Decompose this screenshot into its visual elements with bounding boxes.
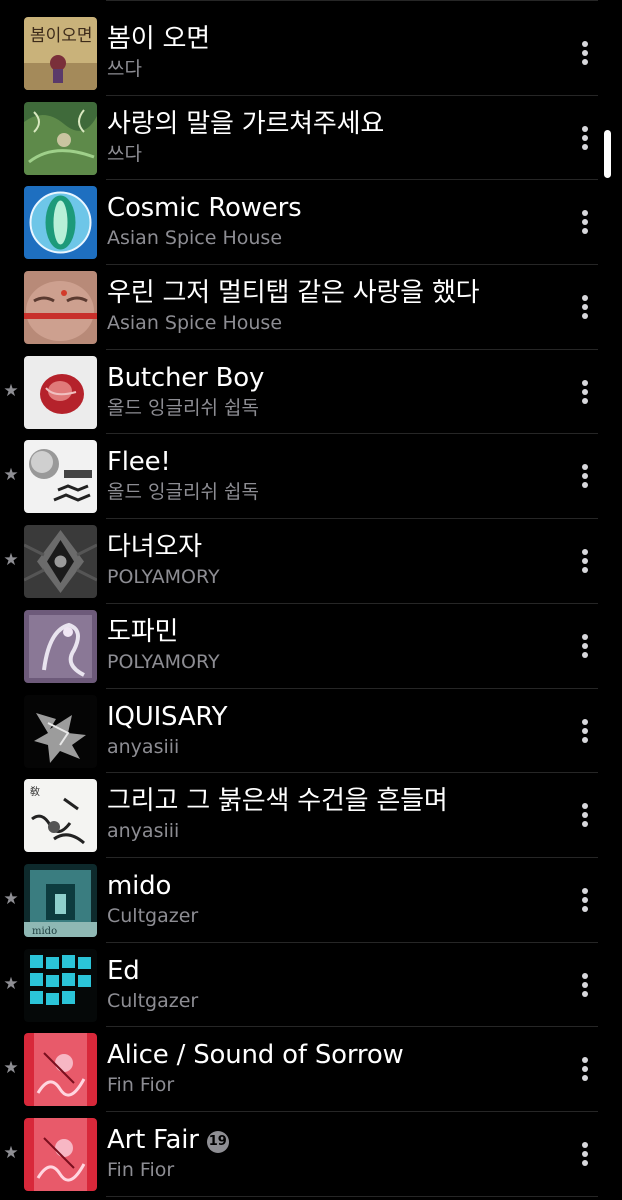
artist-name: Fin Fior xyxy=(107,1158,175,1181)
star-icon: ★ xyxy=(3,973,19,994)
face-closeup-album-art xyxy=(24,271,97,345)
song-title-text: 우린 그저 멀티탭 같은 사랑을 했다 xyxy=(107,278,480,309)
song-row[interactable]: ★ Ed Cultgazer xyxy=(0,943,622,1028)
silver-chrome-album-art xyxy=(24,694,97,768)
song-title: IQUISARY xyxy=(107,701,227,733)
song-title: Ed xyxy=(107,955,140,987)
song-title-text: mido xyxy=(107,870,172,901)
song-title-text: 그리고 그 붉은색 수건을 흔들며 xyxy=(107,786,448,817)
song-title: 다녀오자 xyxy=(107,531,202,563)
song-title-text: IQUISARY xyxy=(107,701,228,732)
song-title: mido xyxy=(107,870,171,902)
more-options-icon[interactable] xyxy=(570,799,600,831)
song-list[interactable]: 봄이오면 봄이 오면 쓰다 사랑의 말을 가르쳐주세요 쓰다 Cosmic Ro… xyxy=(0,0,622,1197)
song-title-text: 사랑의 말을 가르쳐주세요 xyxy=(107,108,385,139)
song-title: 봄이 오면 xyxy=(107,23,210,55)
teal-corridor-album-art: mido xyxy=(24,863,97,937)
more-options-icon[interactable] xyxy=(570,206,600,238)
song-row[interactable]: ★ Butcher Boy 올드 잉글리쉬 쉽독 xyxy=(0,350,622,435)
more-options-icon[interactable] xyxy=(570,630,600,662)
song-row[interactable]: ★ mido mido Cultgazer xyxy=(0,858,622,943)
star-icon: ★ xyxy=(3,1058,19,1079)
moon-sketch-album-art xyxy=(24,440,97,514)
more-options-icon[interactable] xyxy=(570,291,600,323)
star-icon: ★ xyxy=(3,380,19,401)
song-title-text: Alice / Sound of Sorrow xyxy=(107,1040,404,1071)
song-row[interactable]: 도파민 POLYAMORY xyxy=(0,604,622,689)
song-title: Butcher Boy xyxy=(107,362,264,394)
artist-name: anyasiii xyxy=(107,735,180,758)
cyan-grid-album-art xyxy=(24,948,97,1022)
artist-name: Cultgazer xyxy=(107,904,199,927)
scroll-indicator[interactable] xyxy=(604,130,611,178)
song-row[interactable]: ★ Flee! 올드 잉글리쉬 쉽독 xyxy=(0,434,622,519)
song-title-text: 다녀오자 xyxy=(107,532,202,563)
song-row[interactable]: 사랑의 말을 가르쳐주세요 쓰다 xyxy=(0,96,622,181)
green-forest-album-art xyxy=(24,101,97,175)
song-row[interactable]: 敎 그리고 그 붉은색 수건을 흔들며 anyasiii xyxy=(0,773,622,858)
more-options-icon[interactable] xyxy=(570,969,600,1001)
song-row[interactable]: 봄이오면 봄이 오면 쓰다 xyxy=(0,0,622,96)
artist-name: POLYAMORY xyxy=(107,650,220,673)
more-options-icon[interactable] xyxy=(570,884,600,916)
blue-mandala-album-art xyxy=(24,186,97,260)
more-options-icon[interactable] xyxy=(570,545,600,577)
more-options-icon[interactable] xyxy=(570,715,600,747)
symmetric-gray-album-art xyxy=(24,525,97,599)
song-title: 그리고 그 붉은색 수건을 흔들며 xyxy=(107,785,448,817)
song-title-text: Art Fair xyxy=(107,1124,199,1155)
artist-name: Fin Fior xyxy=(107,1074,175,1097)
song-title: 우린 그저 멀티탭 같은 사랑을 했다 xyxy=(107,277,480,309)
song-row[interactable]: ★ Alice / Sound of Sorrow Fin Fior xyxy=(0,1027,622,1112)
song-row[interactable]: IQUISARY anyasiii xyxy=(0,689,622,774)
song-title-text: Ed xyxy=(107,955,140,986)
song-title: Flee! xyxy=(107,446,171,478)
svg-text:敎: 敎 xyxy=(30,785,40,798)
star-icon: ★ xyxy=(3,465,19,486)
song-title-text: Butcher Boy xyxy=(107,362,265,393)
song-title: Alice / Sound of Sorrow xyxy=(107,1039,404,1071)
age-19-badge-icon: 19 xyxy=(206,1130,229,1153)
artist-name: POLYAMORY xyxy=(107,566,220,589)
song-row[interactable]: 우린 그저 멀티탭 같은 사랑을 했다 Asian Spice House xyxy=(0,265,622,350)
song-row[interactable]: ★ 다녀오자 POLYAMORY xyxy=(0,519,622,604)
more-options-icon[interactable] xyxy=(570,1138,600,1170)
song-title-text: 도파민 xyxy=(107,616,179,647)
song-title: 도파민 xyxy=(107,616,178,648)
more-options-icon[interactable] xyxy=(570,1053,600,1085)
artist-name: 쓰다 xyxy=(107,58,142,80)
artist-name: Asian Spice House xyxy=(107,312,283,335)
red-meat-album-art xyxy=(24,355,97,429)
star-icon: ★ xyxy=(3,888,19,909)
svg-text:mido: mido xyxy=(32,926,57,937)
spring-album-art: 봄이오면 xyxy=(24,17,97,90)
song-list-screen: 봄이오면 봄이 오면 쓰다 사랑의 말을 가르쳐주세요 쓰다 Cosmic Ro… xyxy=(0,0,622,1200)
svg-text:봄이오면: 봄이오면 xyxy=(30,26,93,46)
red-pink-album-art xyxy=(24,1033,97,1107)
ink-sketch-album-art: 敎 xyxy=(24,779,97,853)
more-options-icon[interactable] xyxy=(570,37,600,69)
song-row[interactable]: Cosmic Rowers Asian Spice House xyxy=(0,180,622,265)
artist-name: 올드 잉글리쉬 쉽독 xyxy=(107,396,259,419)
artist-name: Asian Spice House xyxy=(107,227,283,250)
more-options-icon[interactable] xyxy=(570,460,600,492)
artist-name: anyasiii xyxy=(107,820,180,843)
purple-figure-album-art xyxy=(24,609,97,683)
red-pink-album-art xyxy=(24,1117,97,1191)
more-options-icon[interactable] xyxy=(570,122,600,154)
song-title: Art Fair 19 xyxy=(107,1124,229,1156)
artist-name: 쓰다 xyxy=(107,142,142,165)
song-title-text: Flee! xyxy=(107,447,171,478)
star-icon: ★ xyxy=(3,1142,19,1163)
artist-name: 올드 잉글리쉬 쉽독 xyxy=(107,481,259,504)
song-title: 사랑의 말을 가르쳐주세요 xyxy=(107,108,384,140)
song-title: Cosmic Rowers xyxy=(107,192,302,224)
song-title-text: 봄이 오면 xyxy=(107,24,210,54)
star-icon: ★ xyxy=(3,550,19,571)
song-row[interactable]: ★ Art Fair 19 Fin Fior xyxy=(0,1112,622,1197)
artist-name: Cultgazer xyxy=(107,989,199,1012)
more-options-icon[interactable] xyxy=(570,376,600,408)
song-title-text: Cosmic Rowers xyxy=(107,193,302,224)
